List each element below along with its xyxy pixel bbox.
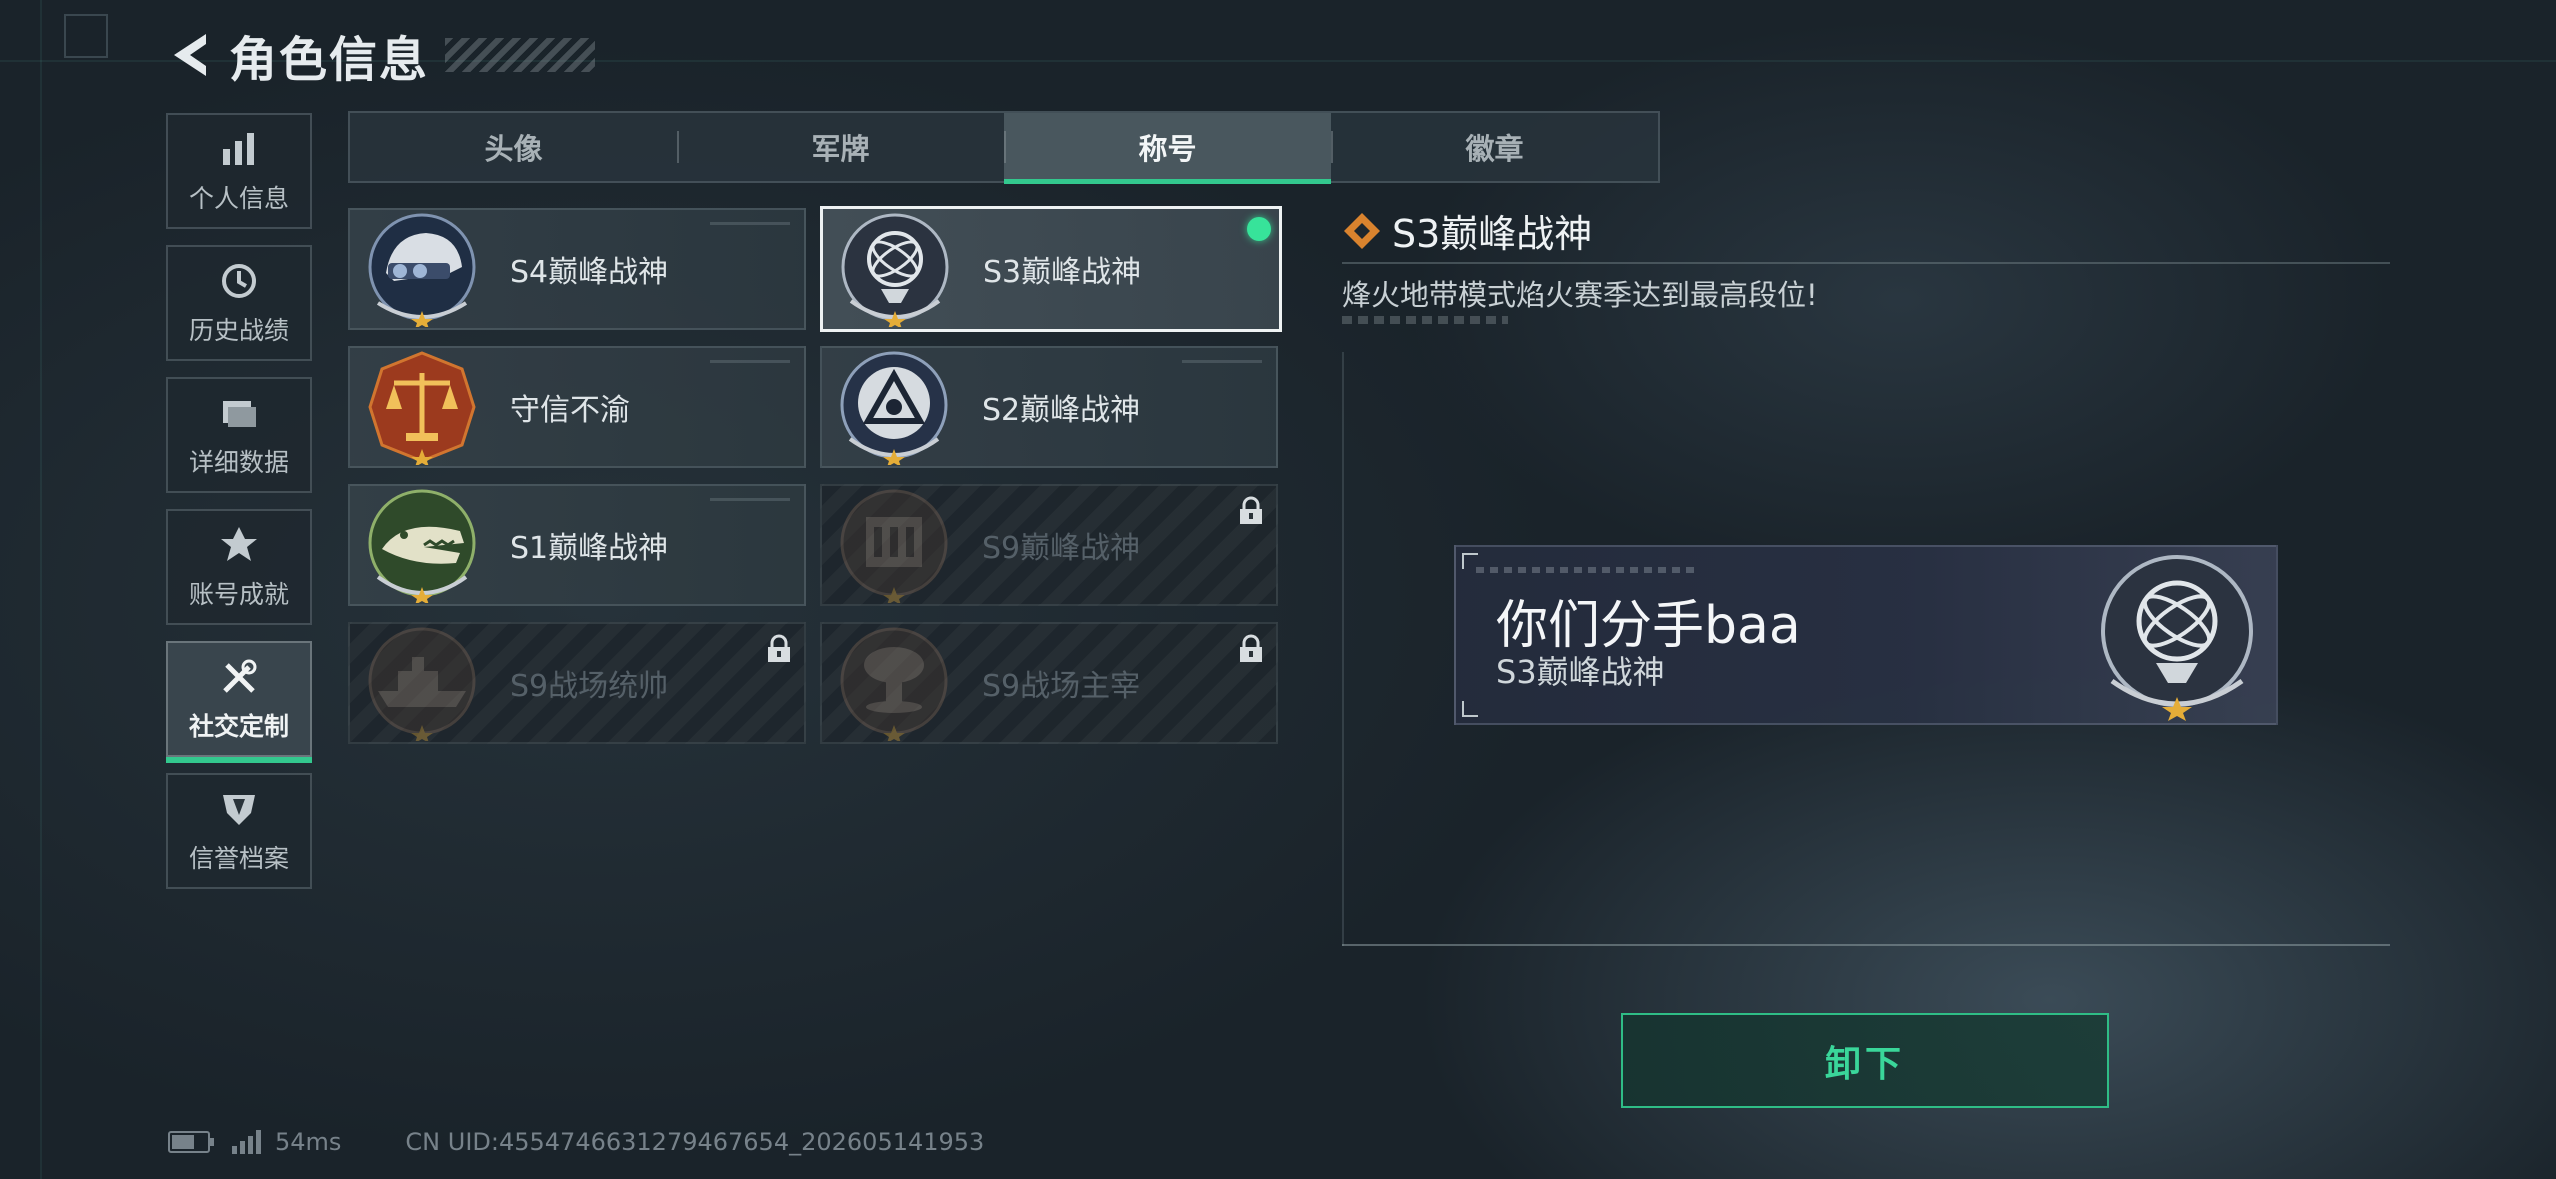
title-name: 守信不渝 [510,393,630,428]
sidebar-item-achievements[interactable]: 账号成就 [166,509,312,625]
equipped-indicator [1247,217,1271,241]
title-name: S3巅峰战神 [983,255,1142,290]
diamond-icon [1344,212,1380,249]
back-arrow-icon [174,34,206,76]
title-card-s9-commander[interactable]: S9战场统帅 [348,622,806,744]
nameplate-preview: 你们分手baa S3巅峰战神 [1454,545,2278,725]
nameplate-decoration [1476,567,1696,573]
detail-decoration [1342,316,1508,324]
player-title: S3巅峰战神 [1496,653,1665,691]
helmet-emblem-icon [368,213,476,327]
title-name: S2巅峰战神 [982,393,1141,428]
preview-divider [1342,944,2390,946]
uid-text: CN UID:4554746631279467654_202605141953 [405,1128,985,1156]
sidebar-item-personal-info[interactable]: 个人信息 [166,113,312,229]
lock-icon [768,634,790,662]
sidebar-item-history[interactable]: 历史战绩 [166,245,312,361]
crocodile-emblem-icon [368,489,476,603]
detail-divider [1342,262,2390,264]
sidebar-item-label: 个人信息 [188,184,289,213]
title-card-s1-peak[interactable]: S1巅峰战神 [348,484,806,606]
card-decoration [710,498,790,501]
sidebar-item-label: 历史战绩 [188,316,289,345]
detail-description: 烽火地带模式焰火赛季达到最高段位! [1342,278,1818,312]
sidebar: 个人信息 历史战绩 详细数据 账号成就 社交定制 信誉档案 [166,113,316,905]
title-decoration [445,38,596,72]
sidebar-item-label: 账号成就 [188,580,289,609]
ping-text: 54ms [275,1128,342,1156]
globe-emblem-icon [2101,555,2253,721]
sidebar-item-label: 信誉档案 [188,844,289,873]
back-button[interactable] [165,27,215,83]
tab-avatar[interactable]: 头像 [350,113,677,181]
tools-icon [217,655,261,699]
tab-bar: 头像 军牌 称号 徽章 [348,111,1660,184]
lock-icon [1240,634,1262,662]
folder-icon [217,391,261,435]
detail-header: S3巅峰战神 [1342,203,1592,258]
title-card-keep-faith[interactable]: 守信不渝 [348,346,806,468]
scales-emblem-icon [368,351,476,465]
corner-bracket [1462,701,1478,717]
credit-shield-icon [217,787,261,831]
card-decoration [710,360,790,363]
bg-grid-line [40,0,42,1179]
tab-badge[interactable]: 徽章 [1331,113,1658,181]
bg-corner-mark [64,14,108,58]
title-card-s9-dominator[interactable]: S9战场主宰 [820,622,1278,744]
triangle-emblem-icon [840,351,948,465]
history-clock-icon [217,259,261,303]
bar-chart-icon [217,127,261,171]
status-bar: 54ms CN UID:4554746631279467654_20260514… [168,1128,984,1156]
unequip-button[interactable]: 卸下 [1621,1013,2109,1108]
sidebar-item-credit[interactable]: 信誉档案 [166,773,312,889]
mushroom-cloud-emblem-icon [840,627,948,741]
detail-title: S3巅峰战神 [1392,212,1593,256]
title-card-s9-peak[interactable]: S9巅峰战神 [820,484,1278,606]
title-name: S9巅峰战神 [982,531,1141,566]
page-title: 角色信息 [229,32,430,88]
achievement-icon [217,523,261,567]
ship-emblem-icon [368,627,476,741]
signal-icon [232,1130,261,1154]
sidebar-item-label: 社交定制 [188,712,289,741]
title-name: S1巅峰战神 [510,531,669,566]
title-card-s3-peak[interactable]: S3巅峰战神 [820,206,1282,332]
unequip-label: 卸下 [1824,1043,1905,1085]
title-card-s4-peak[interactable]: S4巅峰战神 [348,208,806,330]
tab-dogtag[interactable]: 军牌 [677,113,1004,181]
corner-bracket [1462,553,1478,569]
sidebar-item-label: 详细数据 [188,448,289,477]
card-decoration [1182,360,1262,363]
building-emblem-icon [840,489,948,603]
title-name: S9战场统帅 [510,669,669,704]
title-name: S4巅峰战神 [510,255,669,290]
globe-emblem-icon [841,213,949,327]
title-card-s2-peak[interactable]: S2巅峰战神 [820,346,1278,468]
header: 角色信息 [165,26,596,88]
sidebar-item-detailed-data[interactable]: 详细数据 [166,377,312,493]
card-decoration [710,222,790,225]
lock-icon [1240,496,1262,524]
tab-title[interactable]: 称号 [1004,113,1331,184]
battery-icon [168,1131,214,1153]
sidebar-item-social-custom[interactable]: 社交定制 [166,641,312,763]
title-name: S9战场主宰 [982,669,1141,704]
